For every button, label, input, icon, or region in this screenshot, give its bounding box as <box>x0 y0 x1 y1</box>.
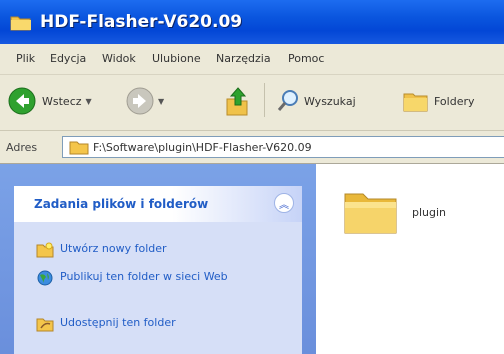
address-bar: Adres F:\Software\plugin\HDF-Flasher-V62… <box>0 131 504 164</box>
search-button[interactable]: Wyszukaj <box>276 89 356 113</box>
folder-icon <box>69 141 89 155</box>
task-share-folder[interactable]: Udostępnij ten folder <box>36 316 176 332</box>
menu-widok[interactable]: Widok <box>102 52 136 65</box>
toolbar-separator <box>264 83 265 117</box>
folder-icon <box>344 193 397 234</box>
forward-dropdown-icon[interactable]: ▼ <box>158 97 164 106</box>
search-icon <box>277 90 298 111</box>
folders-label: Foldery <box>434 94 475 108</box>
back-button[interactable]: Wstecz ▼ <box>8 87 92 115</box>
panel-header[interactable]: Zadania plików i folderów ︽ <box>14 186 302 222</box>
task-new-folder[interactable]: Utwórz nowy folder <box>36 242 167 258</box>
menu-bar: Plik Edycja Widok Ulubione Narzędzia Pom… <box>0 44 504 75</box>
task-pane: Zadania plików i folderów ︽ Utwórz nowy … <box>0 164 316 354</box>
panel-title: Zadania plików i folderów <box>34 197 209 211</box>
folders-icon <box>403 93 428 112</box>
folders-button[interactable]: Foldery <box>402 89 475 113</box>
task-publish-web[interactable]: Publikuj ten folder w sieci Web <box>36 270 256 286</box>
toolbar: Wstecz ▼ ▼ Wyszukaj Foldery <box>0 75 504 131</box>
address-path: F:\Software\plugin\HDF-Flasher-V620.09 <box>93 140 312 154</box>
title-bar: HDF-Flasher-V620.09 <box>0 0 504 44</box>
window-title: HDF-Flasher-V620.09 <box>40 12 243 32</box>
address-label: Adres <box>6 141 38 154</box>
menu-edycja[interactable]: Edycja <box>50 52 86 65</box>
folder-icon <box>10 16 31 31</box>
menu-narzedzia[interactable]: Narzędzia <box>216 52 271 65</box>
share-folder-icon <box>36 318 54 332</box>
search-label: Wyszukaj <box>304 94 356 108</box>
task-label: Publikuj ten folder w sieci Web <box>60 270 228 283</box>
collapse-chevron-icon[interactable]: ︽ <box>274 193 294 213</box>
up-folder-icon <box>226 87 248 116</box>
menu-plik[interactable]: Plik <box>16 52 35 65</box>
address-field[interactable]: F:\Software\plugin\HDF-Flasher-V620.09 <box>62 136 504 158</box>
new-folder-icon <box>36 242 54 258</box>
back-label: Wstecz <box>42 94 82 108</box>
file-name: plugin <box>412 206 447 219</box>
menu-pomoc[interactable]: Pomoc <box>288 52 324 65</box>
globe-icon <box>37 270 53 286</box>
back-dropdown-icon[interactable]: ▼ <box>86 97 92 106</box>
back-arrow-icon <box>8 87 36 115</box>
file-folder-tasks-panel: Zadania plików i folderów ︽ Utwórz nowy … <box>14 186 302 354</box>
up-button[interactable] <box>224 85 250 117</box>
task-label: Udostępnij ten folder <box>60 316 176 329</box>
forward-arrow-icon <box>126 87 154 115</box>
forward-button[interactable]: ▼ <box>126 87 164 115</box>
task-label: Utwórz nowy folder <box>60 242 167 255</box>
file-list: plugin <box>316 164 504 354</box>
menu-ulubione[interactable]: Ulubione <box>152 52 201 65</box>
